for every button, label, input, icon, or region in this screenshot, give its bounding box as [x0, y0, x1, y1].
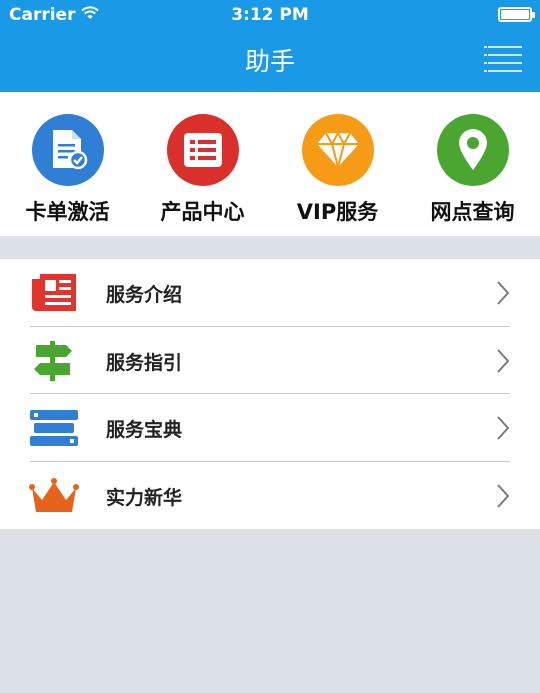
- newspaper-icon: [28, 271, 80, 315]
- menu-list: 服务介绍 服务指引 服务宝典 实力新华: [0, 259, 540, 529]
- clock: 3:12 PM: [231, 5, 309, 25]
- quick-action-card-activation[interactable]: 卡单激活: [0, 92, 135, 236]
- quick-action-product-center[interactable]: 产品中心: [135, 92, 270, 236]
- battery-icon: [498, 7, 535, 22]
- quick-action-branch-search[interactable]: 网点查询: [405, 92, 540, 236]
- document-check-icon: [32, 114, 104, 186]
- header: Carrier 3:12 PM 助手: [0, 0, 540, 92]
- location-pin-icon: [437, 114, 509, 186]
- chevron-right-icon: [496, 415, 510, 441]
- list-item-label: 实力新华: [106, 487, 183, 509]
- list-item-label: 服务指引: [106, 352, 183, 374]
- quick-action-label: 网点查询: [430, 200, 515, 224]
- signpost-icon: [28, 339, 80, 383]
- status-bar: Carrier 3:12 PM: [0, 0, 540, 32]
- diamond-icon: [302, 114, 374, 186]
- chevron-right-icon: [496, 348, 510, 374]
- list-icon: [167, 114, 239, 186]
- chevron-right-icon: [496, 280, 510, 306]
- page-title: 助手: [244, 47, 295, 76]
- list-item-xinhua-strength[interactable]: 实力新华: [0, 462, 540, 529]
- quick-action-label: 产品中心: [160, 200, 245, 224]
- quick-action-vip-service[interactable]: VIP服务: [270, 92, 405, 236]
- list-item-service-guide[interactable]: 服务指引: [0, 327, 540, 394]
- chevron-right-icon: [496, 483, 510, 509]
- hamburger-menu-icon[interactable]: [484, 40, 522, 78]
- list-item-service-intro[interactable]: 服务介绍: [0, 259, 540, 326]
- list-item-label: 服务宝典: [106, 419, 183, 441]
- book-stack-icon: [28, 406, 80, 450]
- crown-icon: [28, 474, 80, 518]
- quick-action-label: VIP服务: [296, 200, 379, 224]
- quick-actions: 卡单激活 产品中心 VIP服务 网点查询: [0, 92, 540, 236]
- list-item-label: 服务介绍: [106, 284, 183, 306]
- list-item-service-handbook[interactable]: 服务宝典: [0, 394, 540, 461]
- quick-action-label: 卡单激活: [25, 200, 110, 224]
